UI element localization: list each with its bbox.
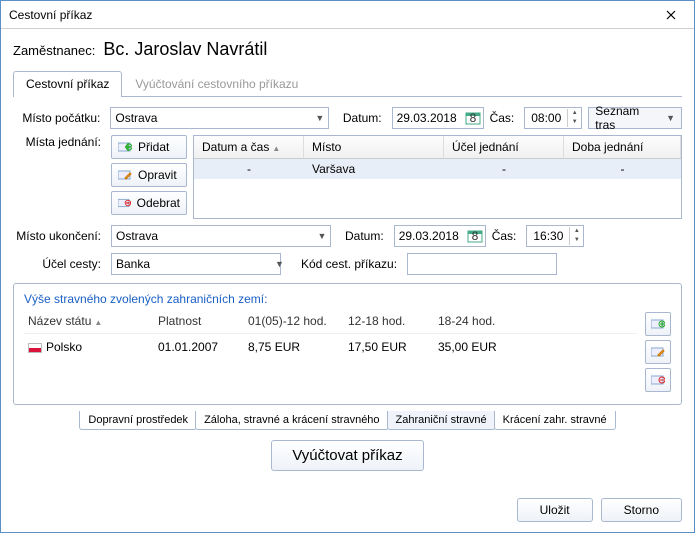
meetings-grid[interactable]: Datum a čas▲ Místo Účel jednání Doba jed… [193,135,682,219]
flag-poland-icon [28,343,42,353]
end-place-input[interactable] [112,226,314,246]
allowance-actions [645,312,671,396]
grid-header: Datum a čas▲ Místo Účel jednání Doba jed… [194,136,681,159]
sort-asc-icon: ▲ [272,144,280,153]
meetings-row: Místa jednání: Přidat Opravit Odebrat Da… [13,135,682,219]
end-date-input[interactable] [395,226,465,246]
col-datetime[interactable]: Datum a čas▲ [194,136,304,158]
table-row[interactable]: Polsko 01.01.2007 8,75 EUR 17,50 EUR 35,… [24,334,637,356]
start-time-field[interactable]: ▲▼ [524,107,582,129]
subtab-foreign[interactable]: Zahraniční stravné [387,411,496,430]
start-date-input[interactable] [393,108,463,128]
allowance-table: Název státu▲ Platnost 01(05)-12 hod. 12-… [24,312,637,396]
allowance-header: Název státu▲ Platnost 01(05)-12 hod. 12-… [24,312,637,334]
employee-label: Zaměstnanec: [13,43,95,58]
employee-name: Bc. Jaroslav Navrátil [103,39,267,60]
chevron-down-icon[interactable]: ▼ [275,259,284,269]
footer: Uložit Storno [1,488,694,532]
end-time-field[interactable]: ▲▼ [526,225,584,247]
svg-text:8: 8 [469,111,476,125]
time-spinner[interactable]: ▲▼ [569,227,583,245]
col-r1[interactable]: 01(05)-12 hod. [244,312,344,330]
start-time-input[interactable] [525,108,567,128]
order-code-input[interactable] [407,253,557,275]
start-date-field[interactable]: 8 [392,107,484,129]
calendar-icon[interactable]: 8 [465,110,481,126]
time-spinner[interactable]: ▲▼ [567,109,581,127]
col-r2[interactable]: 12-18 hod. [344,312,434,330]
end-place-label: Místo ukončení: [13,229,105,243]
plus-icon [118,141,132,153]
close-button[interactable] [656,4,686,26]
end-row: Místo ukončení: ▼ Datum: 8 Čas: ▲▼ [13,225,682,247]
chevron-down-icon[interactable]: ▼ [314,231,330,241]
subtab-advance[interactable]: Záloha, stravné a krácení stravného [195,411,388,430]
chevron-down-icon: ▼ [666,113,675,123]
edit-button[interactable]: Opravit [111,163,187,187]
start-place-label: Místo počátku: [13,111,104,125]
purpose-combo[interactable]: ▼ [111,253,281,275]
minus-icon [118,197,131,209]
subtabs: Dopravní prostředek Záloha, stravné a kr… [13,411,682,430]
close-icon [666,10,676,20]
order-code-label: Kód cest. příkazu: [301,257,401,271]
subtab-reduction[interactable]: Krácení zahr. stravné [494,411,616,430]
end-time-input[interactable] [527,226,569,246]
employee-row: Zaměstnanec: Bc. Jaroslav Navrátil [13,39,682,60]
col-purpose[interactable]: Účel jednání [444,136,564,158]
titlebar: Cestovní příkaz [1,1,694,29]
start-date-label: Datum: [343,111,386,125]
window: Cestovní příkaz Zaměstnanec: Bc. Jarosla… [0,0,695,533]
tab-order[interactable]: Cestovní příkaz [13,71,122,97]
subtab-transport[interactable]: Dopravní prostředek [79,411,197,430]
allowance-add-button[interactable] [645,312,671,336]
end-place-combo[interactable]: ▼ [111,225,331,247]
save-button[interactable]: Uložit [517,498,593,522]
start-place-combo[interactable]: ▼ [110,107,329,129]
content: Zaměstnanec: Bc. Jaroslav Navrátil Cesto… [1,29,694,488]
allowance-edit-button[interactable] [645,340,671,364]
calendar-icon[interactable]: 8 [467,228,483,244]
sort-asc-icon: ▲ [94,318,102,327]
main-tabs: Cestovní příkaz Vyúčtování cestovního př… [13,70,682,97]
add-button[interactable]: Přidat [111,135,187,159]
end-date-field[interactable]: 8 [394,225,486,247]
col-duration[interactable]: Doba jednání [564,136,681,158]
plus-icon [651,318,665,330]
table-row[interactable]: - Varšava - - [194,159,681,179]
end-date-label: Datum: [345,229,388,243]
route-list-button[interactable]: Seznam tras ▼ [588,107,682,129]
start-time-label: Čas: [490,111,519,125]
allowance-title: Výše stravného zvolených zahraničních ze… [24,292,671,306]
chevron-down-icon[interactable]: ▼ [312,113,328,123]
purpose-row: Účel cesty: ▼ Kód cest. příkazu: [13,253,682,275]
pencil-icon [651,346,665,358]
remove-button[interactable]: Odebrat [111,191,187,215]
meetings-buttons: Přidat Opravit Odebrat [111,135,187,219]
start-place-input[interactable] [111,108,312,128]
purpose-label: Účel cesty: [13,257,105,271]
minus-icon [651,374,665,386]
svg-text:8: 8 [471,229,478,243]
col-place[interactable]: Místo [304,136,444,158]
bill-order-button[interactable]: Vyúčtovat příkaz [271,440,423,471]
cancel-button[interactable]: Storno [601,498,682,522]
col-valid[interactable]: Platnost [154,312,244,330]
col-r3[interactable]: 18-24 hod. [434,312,524,330]
allowance-remove-button[interactable] [645,368,671,392]
meetings-label: Místa jednání: [13,135,105,149]
col-country[interactable]: Název státu▲ [24,312,154,330]
purpose-input[interactable] [112,254,275,274]
window-title: Cestovní příkaz [9,8,656,22]
cell-country: Polsko [24,338,154,356]
route-list-label: Seznam tras [595,104,662,132]
allowance-panel: Výše stravného zvolených zahraničních ze… [13,283,682,405]
pencil-icon [118,169,132,181]
tab-billing[interactable]: Vyúčtování cestovního příkazu [122,71,311,97]
end-time-label: Čas: [492,229,521,243]
start-row: Místo počátku: ▼ Datum: 8 Čas: ▲▼ Seznam… [13,107,682,129]
